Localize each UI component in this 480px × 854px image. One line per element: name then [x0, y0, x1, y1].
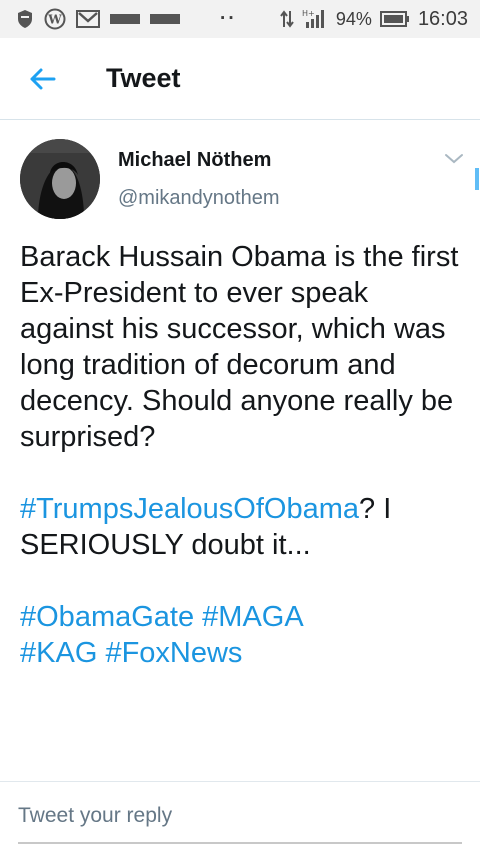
- arrow-left-icon: [30, 68, 56, 89]
- chevron-down-icon: [445, 154, 463, 164]
- hashtag-link[interactable]: #MAGA: [202, 601, 304, 633]
- battery-percent: 94%: [335, 8, 372, 29]
- notification-bar-icon: [110, 12, 140, 26]
- status-bar-notifications: W ··: [16, 8, 237, 30]
- notification-bar-icon: [150, 12, 180, 26]
- tweet: Michael Nöthem @mikandynothem Barack Hus…: [0, 121, 480, 781]
- author-handle[interactable]: @mikandynothem: [118, 187, 279, 210]
- hashtag-link[interactable]: #ObamaGate: [20, 601, 194, 633]
- reply-input[interactable]: Tweet your reply: [18, 804, 172, 828]
- shield-icon: [16, 9, 34, 29]
- reply-bar: Tweet your reply: [0, 781, 480, 854]
- more-notifications-dots: ··: [220, 8, 237, 29]
- avatar[interactable]: [20, 139, 100, 219]
- clock: 16:03: [417, 7, 468, 30]
- status-bar-system: H+ 94% 16:03: [280, 8, 468, 31]
- hashtag-link[interactable]: #TrumpsJealousOfObama: [20, 493, 359, 525]
- signal-icon: H+: [302, 8, 328, 30]
- author-name[interactable]: Michael Nöthem: [118, 149, 271, 172]
- gmail-icon: [76, 9, 100, 29]
- wordpress-icon: W: [44, 8, 66, 30]
- tweet-paragraph: Barack Hussain Obama is the first Ex-Pre…: [20, 241, 459, 453]
- tweet-menu-button[interactable]: [441, 149, 467, 169]
- tweet-paragraph: #TrumpsJealousOfObama? I SERIOUSLY doubt…: [20, 491, 465, 563]
- page-title: Tweet: [106, 63, 181, 93]
- status-bar: W ·· H+ 94% 16:03: [0, 0, 480, 38]
- back-button[interactable]: [12, 49, 72, 109]
- battery-icon: [379, 11, 410, 27]
- tweet-text: Barack Hussain Obama is the first Ex-Pre…: [20, 239, 465, 671]
- svg-text:H+: H+: [302, 9, 315, 18]
- hashtag-link[interactable]: #KAG: [20, 637, 97, 669]
- app-bar: Tweet: [0, 38, 480, 120]
- data-transfer-icon: [280, 9, 294, 29]
- svg-text:W: W: [47, 13, 62, 27]
- hashtag-link[interactable]: #FoxNews: [105, 637, 242, 669]
- scroll-indicator: [475, 168, 479, 190]
- tweet-paragraph: #ObamaGate #MAGA #KAG #FoxNews: [20, 599, 465, 671]
- reply-input-underline: [18, 842, 462, 844]
